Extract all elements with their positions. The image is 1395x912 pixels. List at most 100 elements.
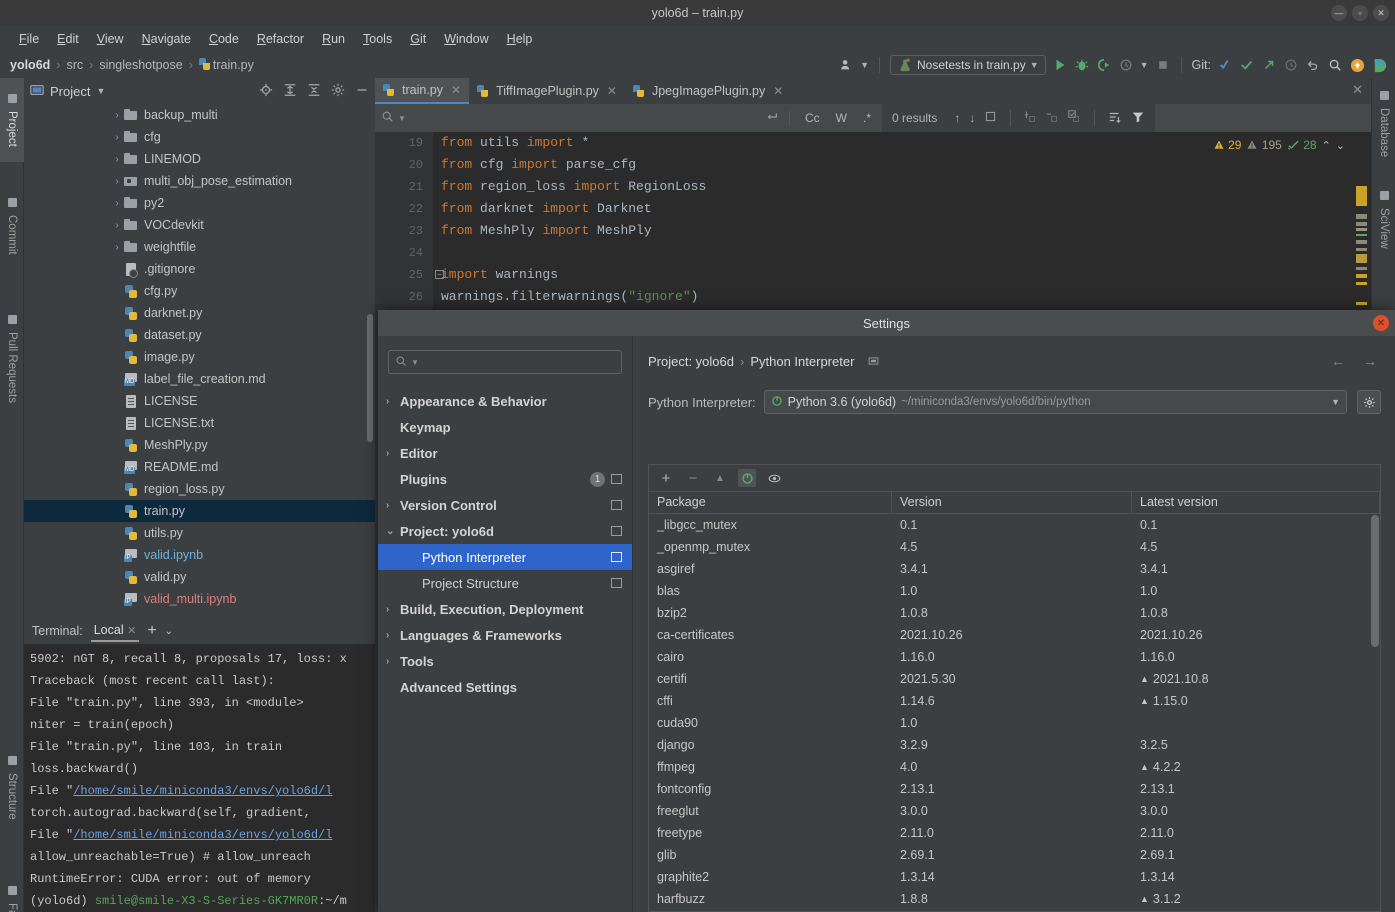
filter-icon[interactable] <box>1131 110 1145 127</box>
tree-item-utils-py[interactable]: utils.py <box>24 522 375 544</box>
column-header-version[interactable]: Version <box>892 492 1132 513</box>
show-early-releases-icon[interactable] <box>765 469 783 487</box>
user-caret-icon[interactable]: ▼ <box>860 60 869 70</box>
terminal-add-button[interactable]: + <box>147 622 156 640</box>
chevron-right-icon[interactable]: › <box>110 132 124 143</box>
editor-tab-train-py[interactable]: train.py ✕ <box>375 78 470 104</box>
code-line[interactable]: warnings.filterwarnings("ignore") <box>441 286 706 308</box>
conda-icon[interactable] <box>738 469 756 487</box>
close-button[interactable]: ✕ <box>1373 5 1389 21</box>
settings-category-tools[interactable]: › Tools <box>378 648 632 674</box>
chevron-right-icon[interactable]: › <box>110 198 124 209</box>
chevron-down-icon[interactable]: ▼ <box>1030 60 1039 70</box>
gear-icon[interactable] <box>331 83 345 100</box>
editor-tab-tiffimageplugin-py[interactable]: TiffImagePlugin.py ✕ <box>469 78 625 104</box>
menu-file[interactable]: File <box>10 29 48 49</box>
settings-category-project-structure[interactable]: Project Structure <box>378 570 632 596</box>
tree-item--gitignore[interactable]: .gitignore <box>24 258 375 280</box>
search-everywhere-icon[interactable] <box>1327 57 1343 73</box>
maximize-button[interactable]: ▫ <box>1352 5 1368 21</box>
interpreter-settings-gear-button[interactable] <box>1357 390 1381 414</box>
tree-item-cfg[interactable]: › cfg <box>24 126 375 148</box>
breadcrumb-item-train-py[interactable]: train.py <box>198 58 254 72</box>
settings-breadcrumb-project[interactable]: Project: yolo6d <box>648 354 734 369</box>
back-icon[interactable]: ← <box>1331 353 1345 369</box>
tool-tab-project[interactable]: Project <box>0 78 24 162</box>
tree-item-valid_multi-ipynb[interactable]: valid_multi.ipynb <box>24 588 375 610</box>
tree-item-cfg-py[interactable]: cfg.py <box>24 280 375 302</box>
filter-list-icon[interactable] <box>1108 110 1122 127</box>
settings-category-build-execution-deployment[interactable]: › Build, Execution, Deployment <box>378 596 632 622</box>
updates-available-icon[interactable] <box>1349 57 1365 73</box>
chevron-right-icon[interactable]: › <box>110 110 124 121</box>
package-row[interactable]: freetype 2.11.0 2.11.0 <box>649 822 1380 844</box>
tree-item-backup_multi[interactable]: › backup_multi <box>24 104 375 126</box>
select-all-icon[interactable] <box>1068 110 1081 126</box>
tree-item-readme-md[interactable]: README.md <box>24 456 375 478</box>
menu-edit[interactable]: Edit <box>48 29 88 49</box>
search-caret-icon[interactable]: ▼ <box>411 358 419 367</box>
git-update-icon[interactable] <box>1217 57 1233 73</box>
upgrade-package-icon[interactable]: ▲ <box>711 469 729 487</box>
chevron-right-icon[interactable]: › <box>386 396 400 407</box>
tree-item-region_loss-py[interactable]: region_loss.py <box>24 478 375 500</box>
terminal-options-chevron-icon[interactable]: ⌄ <box>165 626 173 637</box>
chevron-right-icon[interactable]: › <box>110 220 124 231</box>
tool-tab-database[interactable]: Database <box>1372 78 1395 170</box>
package-row[interactable]: certifi 2021.5.30 ▲ 2021.10.8 <box>649 668 1380 690</box>
package-row[interactable]: asgiref 3.4.1 3.4.1 <box>649 558 1380 580</box>
settings-category-python-interpreter[interactable]: Python Interpreter <box>378 544 632 570</box>
settings-category-languages-frameworks[interactable]: › Languages & Frameworks <box>378 622 632 648</box>
menu-navigate[interactable]: Navigate <box>133 29 200 49</box>
code-content[interactable]: from utils import * from cfg import parse… <box>441 132 706 308</box>
words-toggle[interactable]: W <box>831 109 852 127</box>
project-chevron-icon[interactable]: ▼ <box>96 86 105 96</box>
column-header-latest-version[interactable]: Latest version <box>1132 492 1380 513</box>
chevron-right-icon[interactable]: › <box>386 448 400 459</box>
run-button[interactable] <box>1052 57 1068 73</box>
code-line[interactable]: from region_loss import RegionLoss <box>441 176 706 198</box>
tree-item-dataset-py[interactable]: dataset.py <box>24 324 375 346</box>
breadcrumb-item-singleshotpose[interactable]: singleshotpose <box>99 58 182 72</box>
tree-item-train-py[interactable]: train.py <box>24 500 375 522</box>
package-row[interactable]: cuda90 1.0 <box>649 712 1380 734</box>
select-all-occurrences-icon[interactable] <box>984 110 997 126</box>
minimize-button[interactable]: — <box>1331 5 1347 21</box>
run-with-coverage-button[interactable] <box>1096 57 1112 73</box>
tree-item-py2[interactable]: › py2 <box>24 192 375 214</box>
packages-scrollbar[interactable] <box>1371 515 1379 647</box>
close-tab-icon[interactable]: ✕ <box>607 84 617 98</box>
settings-search-field[interactable]: ▼ <box>388 350 622 374</box>
user-icon[interactable] <box>838 57 854 73</box>
package-row[interactable]: glib 2.69.1 2.69.1 <box>649 844 1380 866</box>
collapse-all-icon[interactable] <box>307 83 321 100</box>
menu-code[interactable]: Code <box>200 29 248 49</box>
locate-icon[interactable] <box>259 83 273 100</box>
run-configuration-selector[interactable]: Nosetests in train.py ▼ <box>889 55 1046 75</box>
close-tab-icon[interactable]: ✕ <box>451 83 461 97</box>
find-input-wrapper[interactable]: ▼ <box>381 107 759 129</box>
tree-item-multi_obj_pose_estimation[interactable]: › multi_obj_pose_estimation <box>24 170 375 192</box>
chevron-down-icon[interactable]: ⌄ <box>386 526 400 537</box>
menu-window[interactable]: Window <box>435 29 497 49</box>
menu-view[interactable]: View <box>88 29 133 49</box>
chevron-down-icon[interactable]: ▼ <box>1331 397 1340 407</box>
close-find-icon[interactable]: ✕ <box>1352 82 1363 98</box>
tool-tab-favorites[interactable]: Favorites <box>0 868 24 912</box>
interpreter-combobox[interactable]: Python 3.6 (yolo6d) ~/miniconda3/envs/yo… <box>763 390 1347 414</box>
project-scrollbar[interactable] <box>367 314 373 442</box>
chevron-right-icon[interactable]: › <box>110 242 124 253</box>
tree-item-weightfile[interactable]: › weightfile <box>24 236 375 258</box>
terminal-file-link[interactable]: /home/smile/miniconda3/envs/yolo6d/l <box>73 828 332 842</box>
menu-tools[interactable]: Tools <box>354 29 401 49</box>
code-line[interactable]: from MeshPly import MeshPly <box>441 220 706 242</box>
tool-tab-pull-requests[interactable]: Pull Requests <box>0 293 24 425</box>
match-case-toggle[interactable]: Cc <box>800 109 825 127</box>
package-row[interactable]: ffmpeg 4.0 ▲ 4.2.2 <box>649 756 1380 778</box>
inspection-next-icon[interactable]: ⌄ <box>1336 139 1345 152</box>
tool-tab-commit[interactable]: Commit <box>0 188 24 264</box>
remove-package-icon[interactable]: − <box>684 469 702 487</box>
package-row[interactable]: cairo 1.16.0 1.16.0 <box>649 646 1380 668</box>
column-header-package[interactable]: Package <box>649 492 892 513</box>
terminal-file-link[interactable]: /home/smile/miniconda3/envs/yolo6d/l <box>73 784 332 798</box>
